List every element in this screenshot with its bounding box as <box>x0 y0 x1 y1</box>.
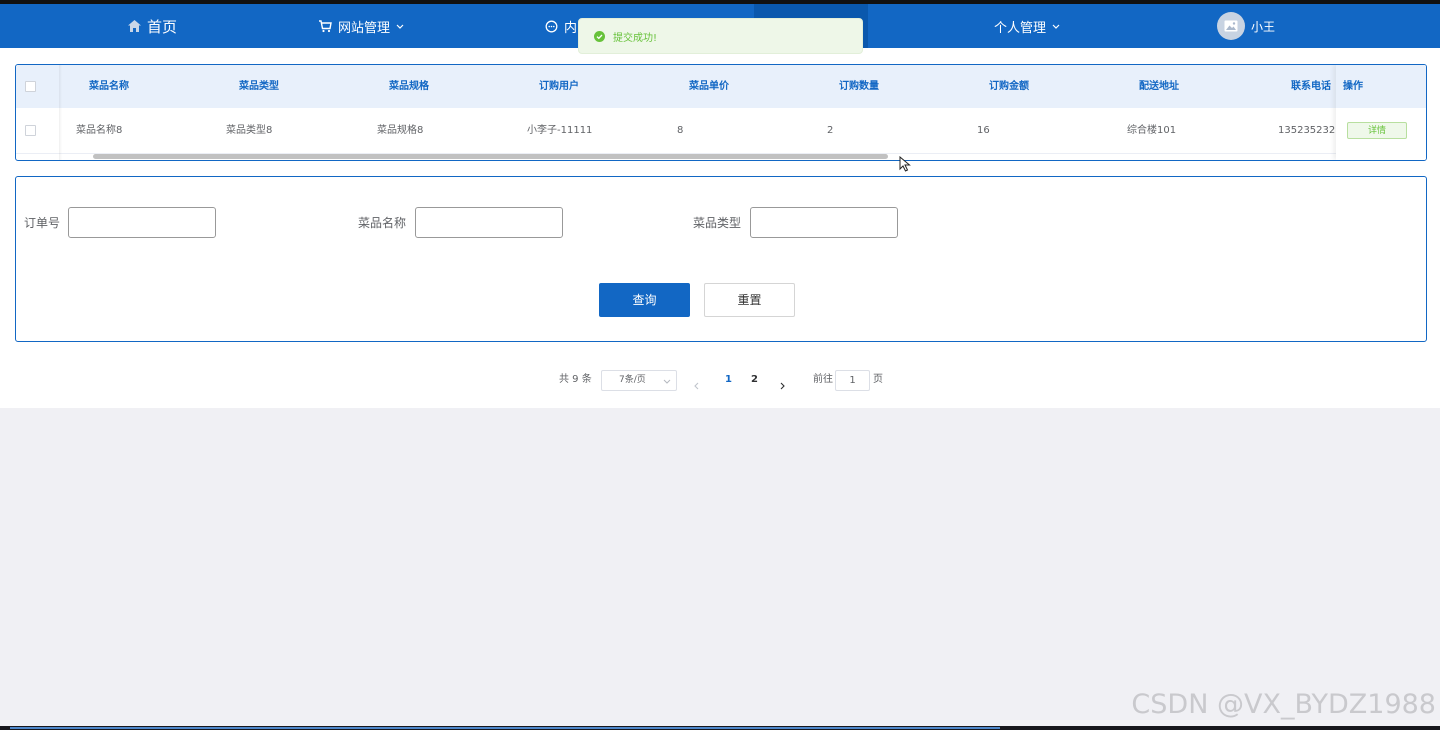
page-size-select[interactable]: 7条/页 <box>601 370 677 391</box>
table-cell: 菜品名称8 <box>76 125 123 136</box>
column-header[interactable]: 菜品名称 <box>89 65 129 108</box>
watermark: CSDN @VX_BYDZ1988 <box>1131 689 1436 720</box>
pagination-total: 共 9 条 <box>559 374 592 385</box>
action-cell: 详情 <box>1336 108 1426 160</box>
query-button[interactable]: 查询 <box>599 283 690 317</box>
column-header[interactable]: 订购用户 <box>539 65 579 108</box>
horizontal-scrollbar-thumb[interactable] <box>93 154 888 159</box>
table-cell: 8 <box>677 125 684 136</box>
table-cell: 16 <box>977 125 990 136</box>
nav-site-management[interactable]: 网站管理 <box>318 4 404 48</box>
chevron-down-icon <box>663 377 671 387</box>
table-cell: 菜品规格8 <box>377 125 424 136</box>
check-circle-icon <box>594 27 605 46</box>
table-row[interactable]: 菜品名称8 菜品类型8 菜品规格8 小李子-11111 8 2 16 综合楼10… <box>16 108 1426 154</box>
fixed-column-shadow <box>59 65 62 160</box>
avatar[interactable] <box>1217 12 1245 40</box>
select-all-checkbox[interactable] <box>25 81 36 92</box>
image-icon <box>1224 20 1238 32</box>
user-name: 小王 <box>1251 19 1276 34</box>
order-no-label: 订单号 <box>24 216 61 230</box>
pagination-goto-input[interactable]: 1 <box>835 370 870 391</box>
dish-type-input[interactable] <box>750 207 898 238</box>
nav-home[interactable]: 首页 <box>128 4 177 48</box>
search-panel: 订单号 菜品名称 菜品类型 查询 重置 <box>15 176 1427 342</box>
nav-personal-management-label: 个人管理 <box>994 20 1047 36</box>
table-header: 菜品名称 菜品类型 菜品规格 订购用户 菜品单价 订购数量 订购金额 配送地址 … <box>16 65 1426 108</box>
success-toast: 提交成功! <box>578 18 863 54</box>
toast-message: 提交成功! <box>613 32 658 44</box>
row-checkbox[interactable] <box>25 125 36 136</box>
nav-home-label: 首页 <box>147 17 178 36</box>
order-no-input[interactable] <box>68 207 216 238</box>
page-size-value: 7条/页 <box>619 375 646 385</box>
column-header[interactable]: 菜品规格 <box>389 65 429 108</box>
column-header[interactable]: 配送地址 <box>1139 65 1179 108</box>
pagination-page-suffix: 页 <box>873 374 883 385</box>
home-icon <box>128 20 141 32</box>
table-cell: 综合楼101 <box>1127 125 1177 136</box>
column-header[interactable]: 订购数量 <box>839 65 879 108</box>
shop-icon <box>318 19 332 33</box>
action-column-header: 操作 <box>1336 65 1426 108</box>
table-cell: 小李子-11111 <box>527 125 593 136</box>
orders-table: 菜品名称 菜品类型 菜品规格 订购用户 菜品单价 订购数量 订购金额 配送地址 … <box>15 64 1427 161</box>
fixed-action-column: 操作 详情 <box>1336 65 1426 160</box>
dish-name-label: 菜品名称 <box>358 216 407 230</box>
progress-bar <box>10 727 1000 729</box>
table-cell: 菜品类型8 <box>226 125 273 136</box>
mouse-cursor-icon <box>899 155 911 176</box>
chevron-right-icon[interactable] <box>780 375 785 394</box>
nav-personal-management[interactable]: 个人管理 <box>994 4 1060 48</box>
column-header[interactable]: 联系电话 <box>1291 65 1331 108</box>
dish-name-input[interactable] <box>415 207 563 238</box>
page-number-2[interactable]: 2 <box>751 372 758 388</box>
column-header[interactable]: 菜品类型 <box>239 65 279 108</box>
column-header[interactable]: 菜品单价 <box>689 65 729 108</box>
table-cell: 1352352323 <box>1278 125 1342 136</box>
page-number-1[interactable]: 1 <box>725 372 732 388</box>
bottom-screen-strip <box>0 726 1440 730</box>
chat-icon <box>545 20 558 33</box>
detail-button[interactable]: 详情 <box>1347 122 1407 139</box>
table-cell: 2 <box>827 125 834 136</box>
nav-site-management-label: 网站管理 <box>338 20 391 36</box>
chevron-left-icon[interactable] <box>694 375 699 394</box>
chevron-down-icon <box>396 24 404 29</box>
nav-content-management[interactable]: 内 <box>545 4 577 48</box>
chevron-down-icon <box>1052 24 1060 29</box>
column-header[interactable]: 订购金额 <box>989 65 1029 108</box>
pagination-goto-label: 前往 <box>813 374 833 385</box>
nav-content-management-label: 内 <box>564 20 578 36</box>
action-header-label: 操作 <box>1343 81 1363 92</box>
nav-user-menu[interactable]: 小王 <box>1217 4 1275 48</box>
dish-type-label: 菜品类型 <box>693 216 742 230</box>
reset-button[interactable]: 重置 <box>704 283 795 317</box>
